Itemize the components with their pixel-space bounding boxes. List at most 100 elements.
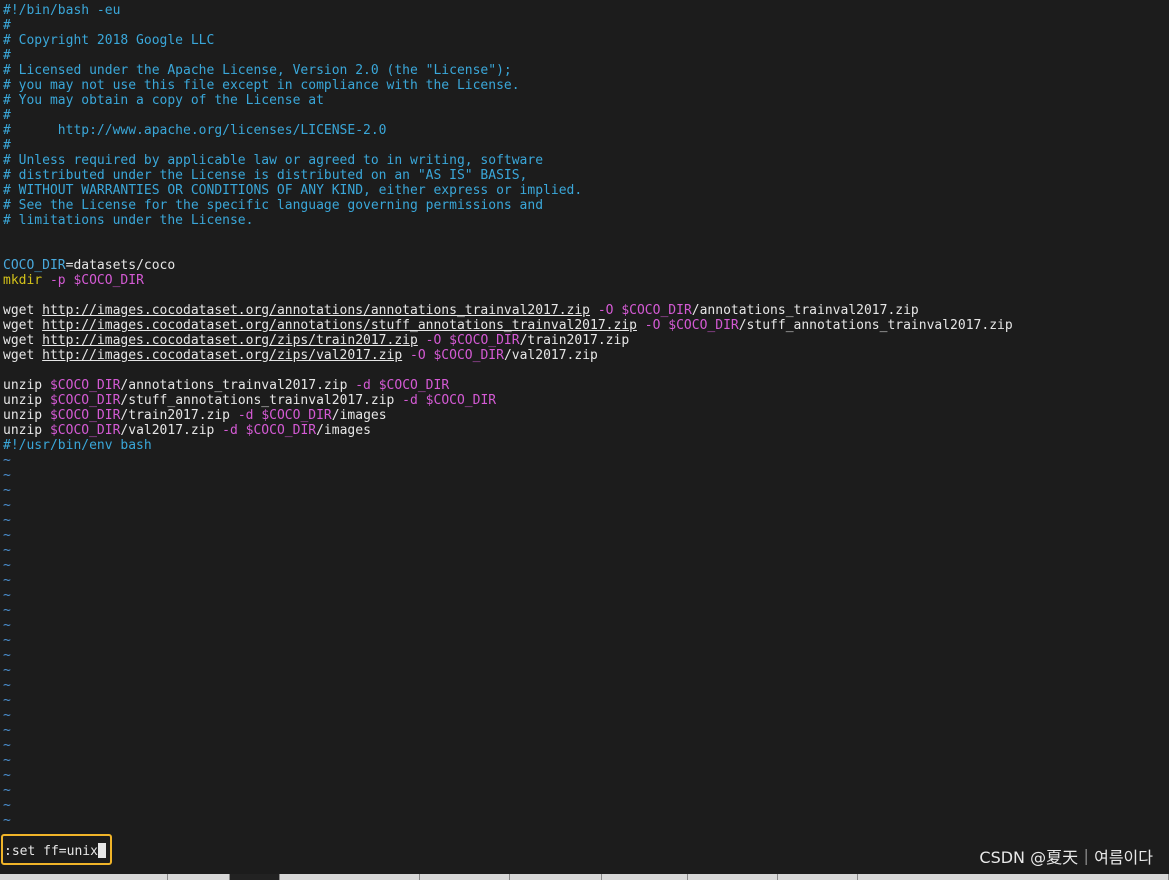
code-line[interactable]: COCO_DIR=datasets/coco [3,258,1163,273]
code-line[interactable]: # Copyright 2018 Google LLC [3,33,1163,48]
code-line[interactable]: # [3,108,1163,123]
code-token: # distributed under the License is distr… [3,168,528,183]
taskbar-slot[interactable] [280,874,420,880]
empty-line-tilde: ~ [3,468,11,483]
empty-line-tilde: ~ [3,603,11,618]
taskbar-slot[interactable] [858,874,1169,880]
empty-line-tilde: ~ [3,558,11,573]
code-line[interactable]: mkdir -p $COCO_DIR [3,273,1163,288]
code-token: -d [214,423,246,438]
code-line[interactable] [3,363,1163,378]
code-line[interactable]: # [3,138,1163,153]
code-token: $COCO_DIR [49,393,121,408]
code-line[interactable]: # Unless required by applicable law or a… [3,153,1163,168]
code-token: COCO_DIR [3,258,66,273]
code-token: # Copyright 2018 Google LLC [3,33,215,48]
taskbar-slot[interactable] [602,874,688,880]
code-token: #!/bin/bash -eu [3,3,121,18]
code-token: # Licensed under the Apache License, Ver… [3,63,512,78]
code-token: =datasets/coco [65,258,176,273]
code-line[interactable]: unzip $COCO_DIR/train2017.zip -d $COCO_D… [3,408,1163,423]
empty-line-tilde: ~ [3,678,11,693]
code-token: -O [402,348,434,363]
code-token: # [3,108,11,123]
vim-terminal[interactable]: #!/bin/bash -eu # # Copyright 2018 Google … [0,0,1169,880]
code-token: $COCO_DIR [449,333,520,348]
code-line[interactable]: wget http://images.cocodataset.org/zips/… [3,333,1163,348]
code-line[interactable]: unzip $COCO_DIR/annotations_trainval2017… [3,378,1163,393]
command-line-text: :set ff=unix [4,844,98,859]
code-token: # [3,48,11,63]
code-token: unzip [3,408,50,423]
empty-line-tilde: ~ [3,648,11,663]
code-link[interactable]: http://images.cocodataset.org/annotation… [42,318,637,333]
code-token: # See the License for the specific langu… [3,198,544,213]
code-token: -d [394,393,426,408]
code-line[interactable]: # http://www.apache.org/licenses/LICENSE… [3,123,1163,138]
code-token: /annotations_trainval2017.zip [691,303,919,318]
code-link[interactable]: http://images.cocodataset.org/zips/val20… [42,348,402,363]
taskbar-slot[interactable] [510,874,602,880]
code-link[interactable]: http://images.cocodataset.org/annotation… [42,303,590,318]
code-token: $COCO_DIR [261,408,332,423]
empty-line-tilde: ~ [3,633,11,648]
code-line[interactable]: # WITHOUT WARRANTIES OR CONDITIONS OF AN… [3,183,1163,198]
code-token: # limitations under the License. [3,213,254,228]
code-token: /train2017.zip [120,408,230,423]
editor-buffer[interactable]: #!/bin/bash -eu # # Copyright 2018 Google … [3,3,1163,828]
taskbar-slot[interactable] [688,874,778,880]
empty-line-tilde: ~ [3,813,11,828]
code-link[interactable]: http://images.cocodataset.org/zips/train… [42,333,418,348]
code-token: unzip [3,423,50,438]
code-line[interactable]: # Licensed under the Apache License, Ver… [3,63,1163,78]
empty-line-tilde: ~ [3,693,11,708]
taskbar-slot[interactable] [168,874,230,880]
csdn-watermark: CSDN @夏天｜여름이다 [979,848,1153,867]
code-line[interactable]: # [3,48,1163,63]
code-token: $COCO_DIR [425,393,497,408]
code-line[interactable]: wget http://images.cocodataset.org/zips/… [3,348,1163,363]
code-token: $COCO_DIR [433,348,504,363]
code-line[interactable]: # distributed under the License is distr… [3,168,1163,183]
code-line[interactable]: # See the License for the specific langu… [3,198,1163,213]
empty-line-tilde: ~ [3,783,11,798]
code-token: -p [42,273,74,288]
code-line[interactable]: unzip $COCO_DIR/stuff_annotations_trainv… [3,393,1163,408]
code-line[interactable]: wget http://images.cocodataset.org/annot… [3,303,1163,318]
code-token: $COCO_DIR [245,423,317,438]
taskbar-slot[interactable] [778,874,858,880]
code-token: /stuff_annotations_trainval2017.zip [738,318,1013,333]
text-cursor [97,843,106,858]
code-token: $COCO_DIR [49,378,121,393]
code-line[interactable]: #!/usr/bin/env bash [3,438,1163,453]
empty-line-tilde: ~ [3,528,11,543]
taskbar-slot[interactable] [420,874,510,880]
code-line[interactable]: unzip $COCO_DIR/val2017.zip -d $COCO_DIR… [3,423,1163,438]
code-token: # http://www.apache.org/licenses/LICENSE… [3,123,387,138]
code-line[interactable] [3,228,1163,243]
code-token: # [3,138,11,153]
command-line[interactable]: :set ff=unix [4,843,106,859]
empty-line-tilde: ~ [3,618,11,633]
code-token: -O [636,318,669,333]
code-line[interactable]: # you may not use this file except in co… [3,78,1163,93]
code-token: /val2017.zip [120,423,215,438]
code-line[interactable]: # You may obtain a copy of the License a… [3,93,1163,108]
code-token: unzip [3,393,50,408]
code-line[interactable]: # limitations under the License. [3,213,1163,228]
code-token: wget [3,318,43,333]
code-token: -d [230,408,262,423]
taskbar-slot[interactable] [230,874,280,880]
code-token: wget [3,333,43,348]
code-line[interactable]: wget http://images.cocodataset.org/annot… [3,318,1163,333]
taskbar-slot[interactable] [0,874,168,880]
code-line[interactable]: #!/bin/bash -eu [3,3,1163,18]
code-token: $COCO_DIR [378,378,450,393]
code-line[interactable] [3,288,1163,303]
empty-line-tilde: ~ [3,513,11,528]
empty-line-tilde: ~ [3,453,11,468]
code-line[interactable] [3,243,1163,258]
code-token: /stuff_annotations_trainval2017.zip [120,393,395,408]
code-token: -O [590,303,622,318]
code-line[interactable]: # [3,18,1163,33]
